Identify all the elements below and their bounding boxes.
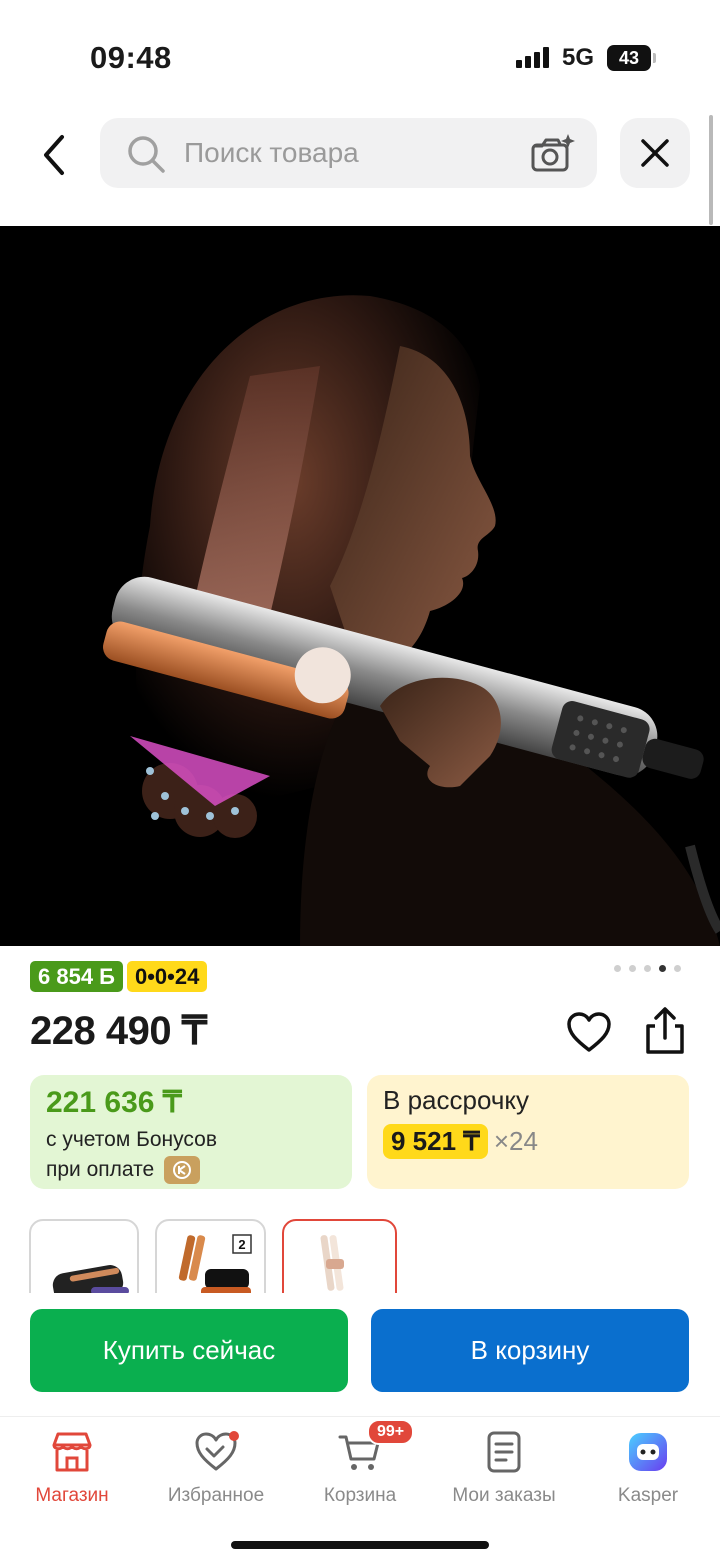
bonus-badge: 6 854 Б xyxy=(30,961,123,992)
gallery-dots xyxy=(614,965,681,972)
variant-thumb-case[interactable] xyxy=(29,1219,139,1293)
installment-multiplier: ×24 xyxy=(493,1126,538,1156)
bonus-price-card[interactable]: 221 636 ₸ с учетом Бонусов при оплате xyxy=(30,1075,352,1189)
orders-icon xyxy=(487,1431,521,1473)
gallery-dot-active xyxy=(659,965,666,972)
installment-row: 9 521 ₸ ×24 xyxy=(383,1124,673,1159)
tab-favorites[interactable]: Избранное xyxy=(144,1429,288,1507)
back-button[interactable] xyxy=(30,130,80,180)
installment-monthly: 9 521 ₸ xyxy=(383,1124,488,1159)
close-icon xyxy=(641,139,669,167)
status-time: 09:48 xyxy=(90,40,172,75)
product-photo xyxy=(0,226,720,946)
product-price: 228 490 ₸ xyxy=(30,1009,207,1053)
signal-icon xyxy=(516,47,549,68)
bonus-payment-label: при оплате xyxy=(46,1158,155,1181)
gallery-dot xyxy=(614,965,621,972)
variant-image xyxy=(320,1235,344,1291)
camera-search-icon[interactable] xyxy=(530,132,576,174)
buy-now-button[interactable]: Купить сейчас xyxy=(30,1309,348,1392)
add-to-cart-button[interactable]: В корзину xyxy=(371,1309,689,1392)
bonus-note: с учетом Бонусов xyxy=(46,1128,217,1151)
tab-label: Kasper xyxy=(617,1485,679,1506)
tab-label: Избранное xyxy=(167,1485,265,1506)
promo-badges: 6 854 Б 0•0•24 xyxy=(30,961,208,992)
battery-icon: 43 xyxy=(607,45,651,71)
bonus-payment-row: при оплате xyxy=(46,1156,336,1184)
search-box[interactable] xyxy=(100,118,597,188)
product-image[interactable] xyxy=(0,226,720,946)
battery-cap xyxy=(653,53,656,63)
tab-store[interactable]: Магазин xyxy=(0,1429,144,1507)
search-input[interactable] xyxy=(184,118,514,188)
chevron-left-icon xyxy=(44,135,64,175)
status-bar: 09:48 5G 43 xyxy=(0,0,720,110)
installment-badge: 0•0•24 xyxy=(126,961,208,992)
tab-orders[interactable]: Мои заказы xyxy=(432,1429,576,1507)
variant-thumb-pink[interactable] xyxy=(282,1219,397,1293)
gallery-dot xyxy=(629,965,636,972)
kasper-assistant-icon xyxy=(629,1433,667,1471)
tab-kasper[interactable]: Kasper xyxy=(576,1429,720,1507)
heart-icon[interactable] xyxy=(566,1010,612,1056)
bonus-price: 221 636 ₸ xyxy=(46,1086,182,1119)
installment-card[interactable]: В рассрочку 9 521 ₸ ×24 xyxy=(367,1075,689,1189)
installment-title: В рассрочку xyxy=(383,1085,530,1115)
scrollbar xyxy=(709,115,713,225)
variant-count-badge: 2 xyxy=(238,1237,245,1252)
share-icon[interactable] xyxy=(642,1006,688,1056)
variant-thumbnails: 2 xyxy=(29,1219,709,1293)
tab-cart[interactable]: 99+ Корзина xyxy=(288,1419,432,1507)
variant-image xyxy=(52,1265,129,1293)
search-icon xyxy=(128,136,165,173)
home-indicator xyxy=(231,1541,489,1549)
gallery-dot xyxy=(674,965,681,972)
search-header xyxy=(0,110,720,225)
variant-image: 2 xyxy=(178,1234,252,1293)
tab-label: Мои заказы xyxy=(452,1485,556,1506)
network-type: 5G xyxy=(562,44,595,71)
notification-dot xyxy=(229,1431,239,1441)
gallery-dot xyxy=(644,965,651,972)
cart-count-badge: 99+ xyxy=(367,1419,415,1445)
tab-label: Магазин xyxy=(35,1485,109,1506)
payment-method-icon xyxy=(164,1156,201,1184)
close-button[interactable] xyxy=(620,118,690,188)
tab-label: Корзина xyxy=(323,1485,397,1506)
store-icon xyxy=(52,1432,92,1472)
variant-thumb-copper[interactable]: 2 xyxy=(155,1219,266,1293)
